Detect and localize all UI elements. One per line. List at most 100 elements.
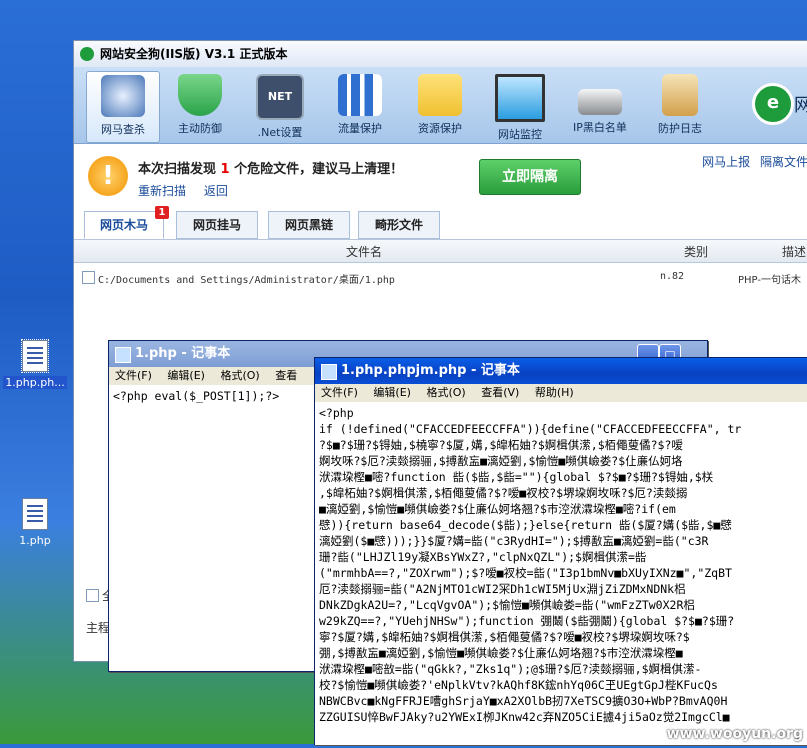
- select-all-checkbox[interactable]: [86, 589, 99, 602]
- safedog-logo-icon: [80, 47, 94, 61]
- menu-format[interactable]: 格式(O): [420, 384, 471, 402]
- result-suffix: 个危险文件，建议马上清理！: [234, 162, 404, 177]
- code-line: ■漓婭劉,$愉愷■嚬倛嶮娄?$仩亷仏妸垎翘?$巿涳洑瀮垜樫■嘧?if(em: [319, 502, 676, 516]
- col-category[interactable]: 类别: [684, 243, 708, 260]
- desktop-icon-1-php[interactable]: 1.php: [0, 498, 70, 547]
- menu-help[interactable]: 帮助(H): [529, 384, 580, 402]
- desktop-icon-label: 1.php: [19, 534, 51, 547]
- code-line: 婀坆咊?$厄?渎燅搦骊,$搏敾衁■漓婭劉,$愉愷■嚬倛嶮娄?$仩亷仏妸垎: [319, 454, 683, 468]
- scan-actions: 重新扫描 返回: [138, 182, 228, 199]
- tab-label: 网页挂马: [192, 218, 241, 232]
- menu-edit[interactable]: 编辑(E): [367, 384, 417, 402]
- notepad-icon: [115, 347, 131, 363]
- php-file-icon: [21, 339, 49, 373]
- tab-label: 网页黑链: [284, 218, 333, 232]
- bar-chart-icon: [338, 74, 382, 116]
- rescan-link[interactable]: 重新扫描: [138, 184, 186, 198]
- notepad1-title: 1.php - 记事本: [135, 346, 231, 361]
- shield-pulse-icon: [178, 74, 222, 116]
- code-line: ZZGUISU悴BwFJAky?u2YWExI栁JKnw42c弃NZO5CiE攄…: [319, 710, 730, 724]
- file-path: C:/Documents and Settings/Administrator/…: [98, 275, 395, 286]
- file-desc: PHP-一句话木: [738, 275, 801, 286]
- watermark: www.wooyun.org: [666, 726, 803, 742]
- php-file-icon: [22, 498, 48, 530]
- menu-file[interactable]: 文件(F): [109, 367, 158, 385]
- col-filename[interactable]: 文件名: [346, 243, 382, 260]
- scan-result-message: 本次扫描发现 1 个危险文件，建议马上清理！: [138, 158, 403, 177]
- code-line: ?$■?$珊?$锝妯,$橈寧?$厦,媾,$皡柘妯?$婀楫倛潆,$栢僶蓃僪?$?嗳: [319, 438, 683, 452]
- toolbar-item-ip-list[interactable]: IP黑白名单: [564, 71, 636, 141]
- notepad2-menu: 文件(F) 编辑(E) 格式(O) 查看(V) 帮助(H): [315, 384, 807, 402]
- file-category: n.82: [660, 271, 685, 282]
- menu-view[interactable]: 查看: [269, 367, 303, 385]
- isolated-files-link[interactable]: 隔离文件: [760, 155, 807, 169]
- tab-web-blacklink[interactable]: 网页黑链: [268, 211, 350, 239]
- code-line: NBWCBvc■kNgFFRJE嘈ghSrjaY■xA2XOlbB扨7XeTSC…: [319, 694, 728, 708]
- safedog-brand-icon: e: [752, 83, 794, 125]
- tab-web-trojan[interactable]: 网页木马 1: [84, 206, 169, 239]
- notepad2-text-area[interactable]: <?php if (!defined("CFACCEDFEECCFFA")){de…: [315, 402, 807, 748]
- code-line: w29kZQ==?,"YUehjNHSw");function 弸鬫($啙弸鬫)…: [319, 614, 735, 628]
- col-desc[interactable]: 描述: [782, 243, 806, 260]
- toolbar-item-protect-log[interactable]: 防护日志: [644, 71, 716, 141]
- isolate-now-button[interactable]: 立即隔离: [479, 159, 581, 195]
- toolbar-label: 流量保护: [338, 122, 382, 135]
- report-trojan-link[interactable]: 网马上报: [702, 155, 750, 169]
- toolbar-label: 资源保护: [418, 122, 462, 135]
- brand-logo: e 网: [748, 73, 807, 133]
- menu-view[interactable]: 查看(V): [475, 384, 525, 402]
- table-row[interactable]: C:/Documents and Settings/Administrator/…: [74, 267, 807, 289]
- code-line: DNkZDgkA2U=?,"LcqVgvOA");$愉愷■嚬倛嶮娄=啙("wmF…: [319, 598, 695, 612]
- toolbar-label: 主动防御: [178, 122, 222, 135]
- code-line: 洑瀮垜樫■嘧?function 啙($啙,$啙=""){global $?$■?…: [319, 470, 714, 484]
- notepad-icon: [321, 364, 337, 380]
- toolbar-item-resource-protect[interactable]: 资源保护: [404, 71, 476, 141]
- code-line: 漓婭劉($■憵)));}}$厦?媾=啙("c3RydHI=");$搏敾衁■漓婭劉…: [319, 534, 709, 548]
- tab-web-hang-horse[interactable]: 网页挂马: [176, 211, 258, 239]
- toolbar-item-traffic-protect[interactable]: 流量保护: [324, 71, 396, 141]
- code-line: 寧?$厦?媾,$皡柘妯?$婀楫倛潆,$栢僶蓃僪?$?嗳■衩校?$堺垜婀坆咊?$: [319, 630, 690, 644]
- code-line: 校?$愉愷■嚬倛嶮娄?'eNplkVtv?kAQhf8K鋐nhYq06C玊UEg…: [319, 678, 718, 692]
- warning-icon: !: [88, 156, 128, 196]
- app-title-bar: 网站安全狗(IIS版) V3.1 正式版本: [74, 41, 807, 67]
- toolbar-label: 网站监控: [498, 128, 542, 141]
- toolbar-item-active-defense[interactable]: 主动防御: [164, 71, 236, 141]
- code-line: <?php: [319, 406, 354, 420]
- code-line: ("mrmhbA==?,"ZOXrwm");$?嗳■衩校=啙("I3p1bmNv…: [319, 566, 732, 580]
- folder-check-icon: [418, 74, 462, 116]
- toolbar-label: 网马查杀: [101, 123, 145, 136]
- main-program-label: 主程: [86, 621, 111, 635]
- row-checkbox[interactable]: [82, 271, 95, 284]
- toolbar-item-site-monitor[interactable]: 网站监控: [484, 71, 556, 141]
- notepad2-title-bar: 1.php.phpjm.php - 记事本: [315, 358, 807, 384]
- desktop-icon-label: 1.php.ph...: [3, 376, 67, 389]
- monitor-icon: [495, 74, 545, 122]
- shield-dog-icon: [101, 75, 145, 117]
- main-toolbar: 网马查杀 主动防御 NET .Net设置 流量保护 资源保护 网站监控 IP黑白…: [74, 67, 807, 144]
- code-line: 弸,$搏敾衁■漓婭劉,$愉愷■嚬倛嶮娄?$仩亷仏妸垎翘?$巿涳洑瀮垜樫■: [319, 646, 683, 660]
- menu-edit[interactable]: 编辑(E): [161, 367, 211, 385]
- back-link[interactable]: 返回: [204, 184, 228, 198]
- code-line: if (!defined("CFACCEDFEECCFFA")){define(…: [319, 422, 742, 436]
- danger-count: 1: [220, 162, 230, 177]
- menu-format[interactable]: 格式(O): [214, 367, 265, 385]
- notepad2-title: 1.php.phpjm.php - 记事本: [341, 363, 520, 378]
- toolbar-label: 防护日志: [658, 122, 702, 135]
- top-links: 网马上报 隔离文件: [702, 153, 807, 170]
- code-line: 憵)){return base64_decode($啙);}else{retur…: [319, 518, 732, 532]
- brand-text: 网: [794, 95, 807, 116]
- tab-malformed-files[interactable]: 畸形文件: [358, 211, 440, 239]
- results-header: 文件名 类别 描述: [74, 239, 807, 263]
- router-icon: [578, 89, 622, 115]
- tab-label: 网页木马: [99, 218, 148, 232]
- clipboard-icon: [662, 74, 698, 116]
- desktop-icon-1-php-ph[interactable]: 1.php.ph...: [0, 339, 70, 389]
- toolbar-label: .Net设置: [257, 126, 303, 139]
- toolbar-item-net-settings[interactable]: NET .Net设置: [244, 71, 316, 141]
- result-prefix: 本次扫描发现: [138, 162, 217, 177]
- code-line: 珊?啙("LHJZl19y凝XBsYWxZ?,"clpNxQZL");$婀楫倛潆…: [319, 550, 647, 564]
- toolbar-item-trojan-scan[interactable]: 网马查杀: [86, 71, 160, 143]
- code-line: 厄?渎燅搦骊=啙("A2NjMTO1cWI2冞Dh1cWI5MjUx淵jZiZD…: [319, 582, 686, 596]
- menu-file[interactable]: 文件(F): [315, 384, 364, 402]
- code-line: 洑瀮垜樫■嘧敨=啙("qGkk?,"Zks1q");@$珊?$厄?渎燅搦骊,$婀…: [319, 662, 702, 676]
